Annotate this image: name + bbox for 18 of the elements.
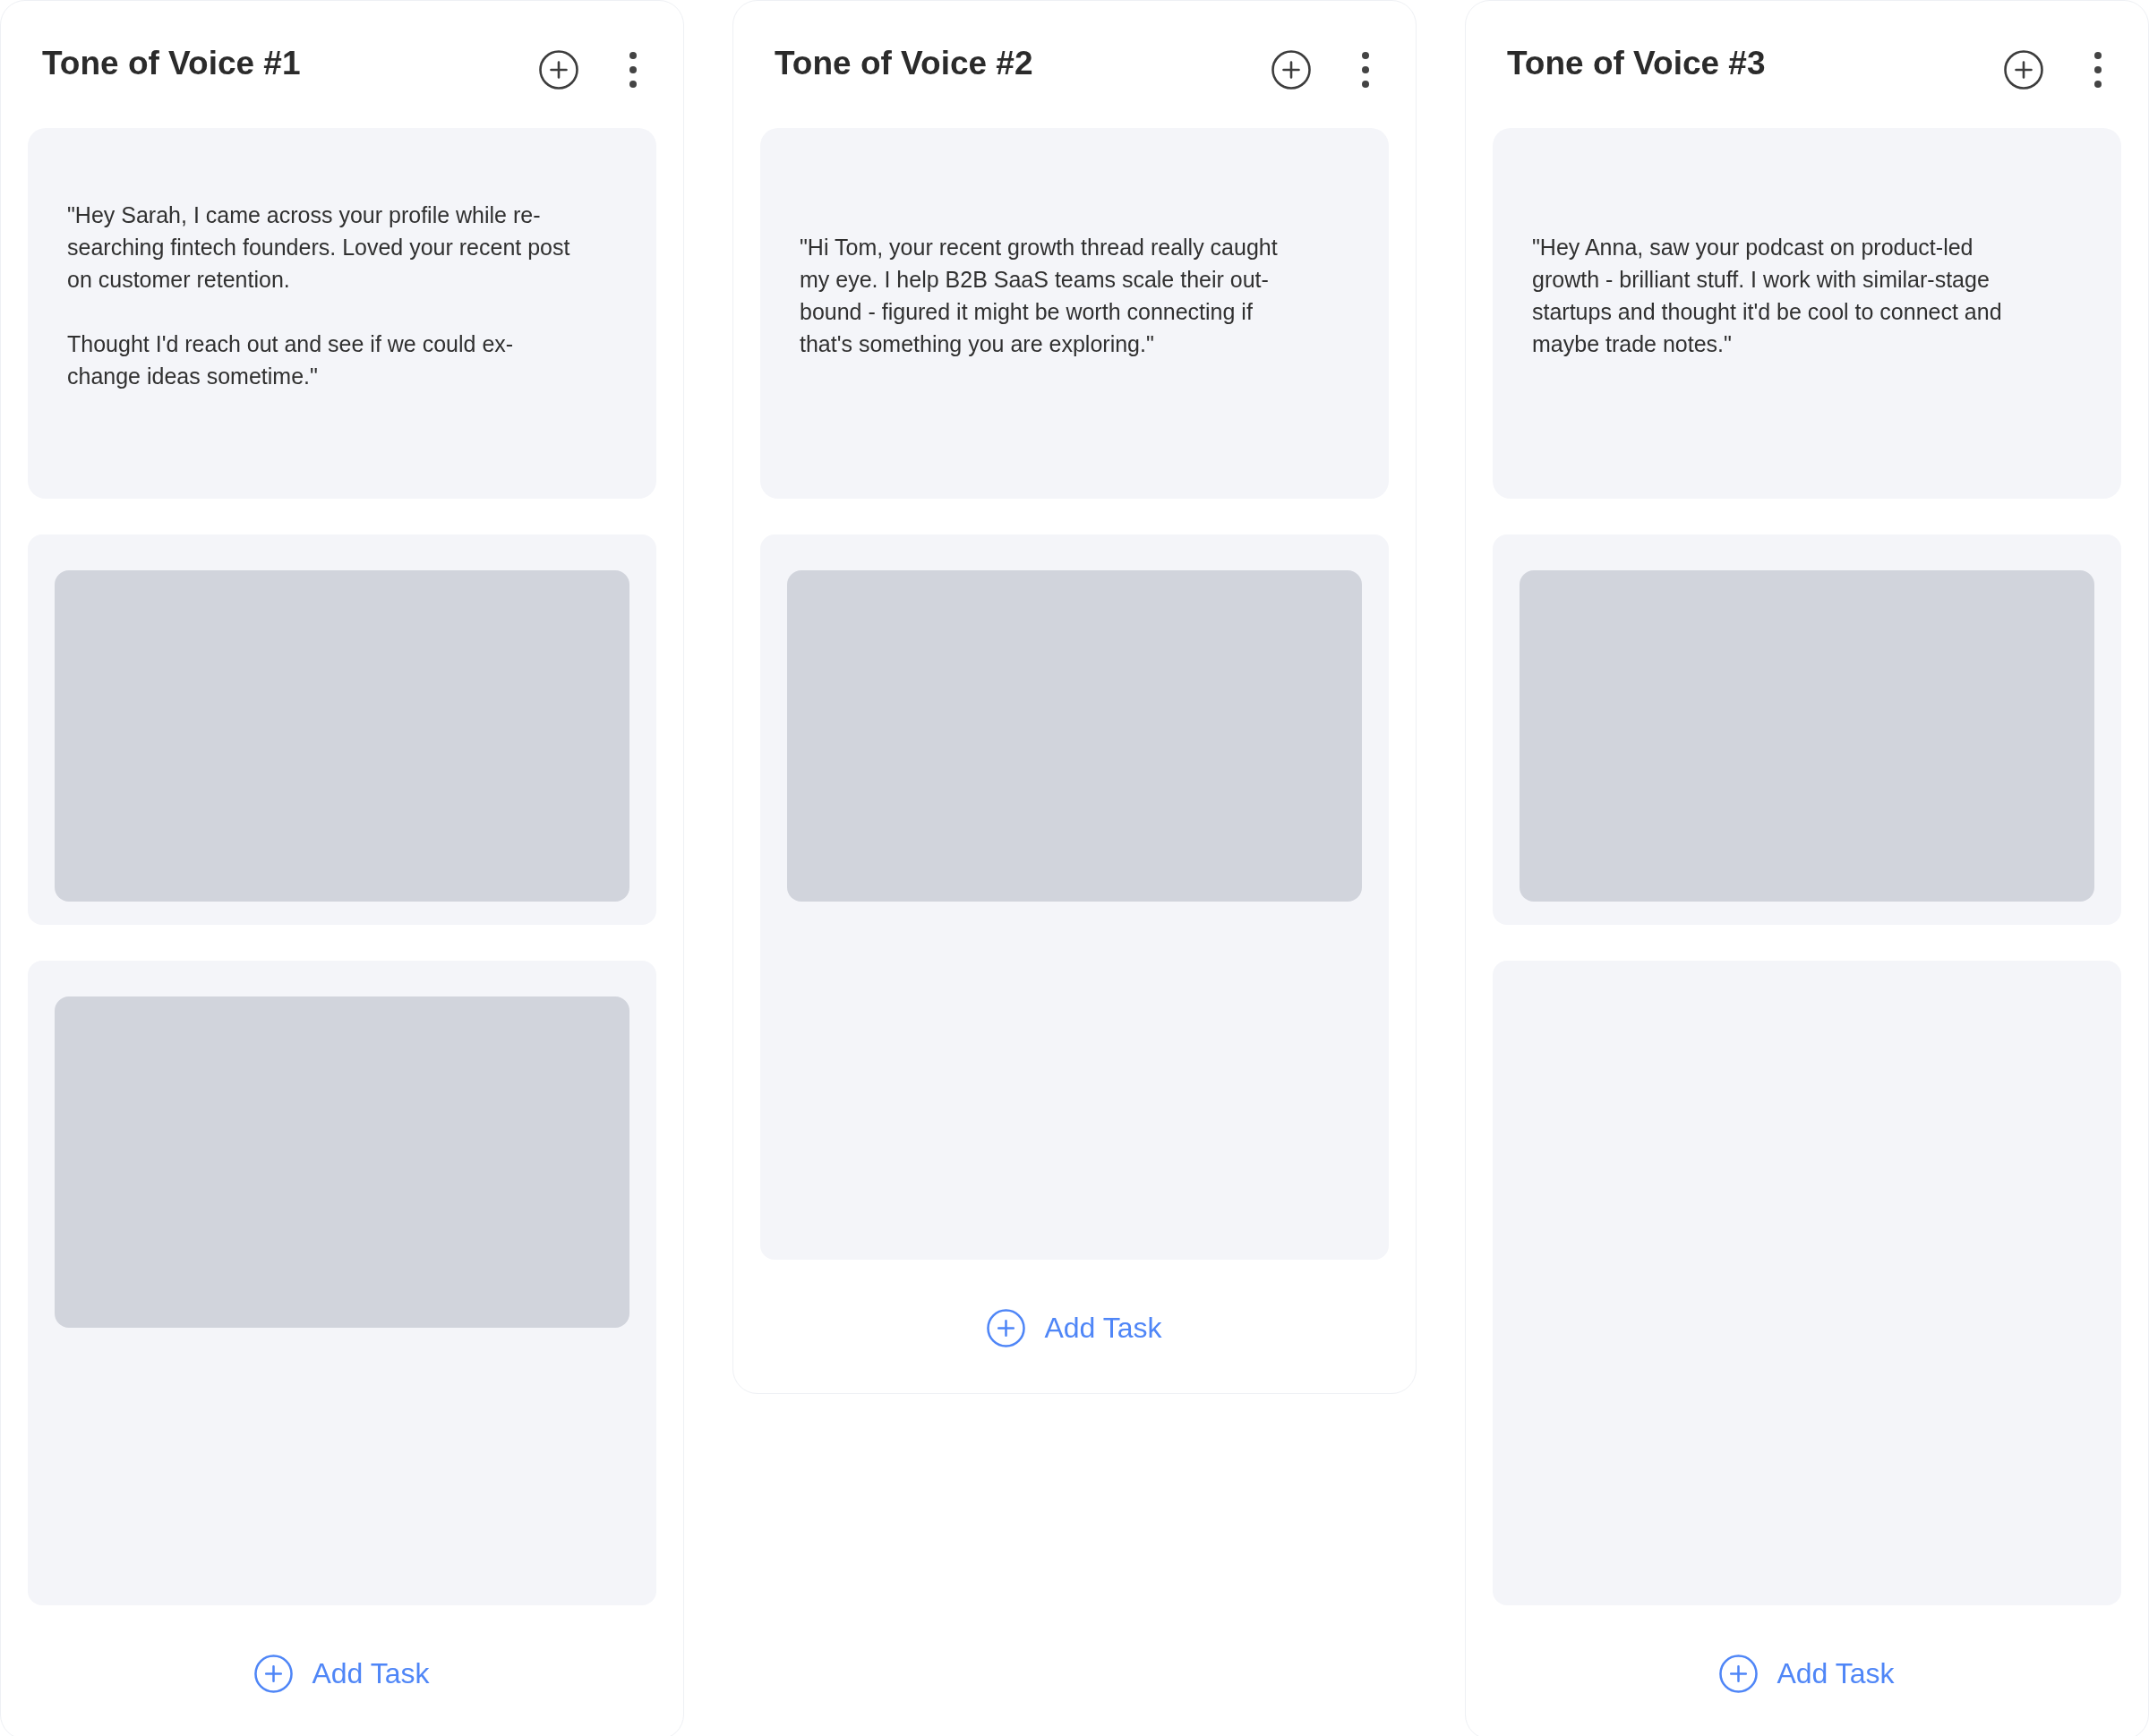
add-task-button[interactable]: Add Task xyxy=(254,1654,430,1693)
add-circle-icon[interactable] xyxy=(539,50,578,90)
column-title: Tone of Voice #2 xyxy=(775,44,1033,83)
message-text: "Hi Tom, your recent growth thread really caught my eye. I help B2B SaaS teams scale their out- bound - figured it might be worth connecting if that's something you are exploring." xyxy=(800,234,1278,358)
more-options-icon[interactable] xyxy=(629,51,638,89)
message-text: "Hey Sarah, I came across your profile while re- searching fintech founders. Loved your recent post on customer retention. Thought I'd reach out and see if we could ex- change ideas sometime." xyxy=(67,201,570,390)
add-circle-icon xyxy=(987,1308,1026,1347)
more-options-icon[interactable] xyxy=(2093,51,2102,89)
add-circle-icon[interactable] xyxy=(1271,50,1311,90)
message-text: "Hey Anna, saw your podcast on product-led growth - brilliant stuff. I work with similar-stage startups and thought it'd be cool to connect and maybe trade notes." xyxy=(1532,234,2002,358)
more-options-icon[interactable] xyxy=(1361,51,1370,89)
add-circle-icon[interactable] xyxy=(2004,50,2043,90)
add-circle-icon xyxy=(1719,1654,1759,1693)
column-title: Tone of Voice #1 xyxy=(42,44,301,83)
add-task-button[interactable]: Add Task xyxy=(1719,1654,1895,1693)
column-title: Tone of Voice #3 xyxy=(1507,44,1766,83)
add-task-button[interactable]: Add Task xyxy=(987,1308,1162,1347)
add-circle-icon xyxy=(254,1654,294,1693)
